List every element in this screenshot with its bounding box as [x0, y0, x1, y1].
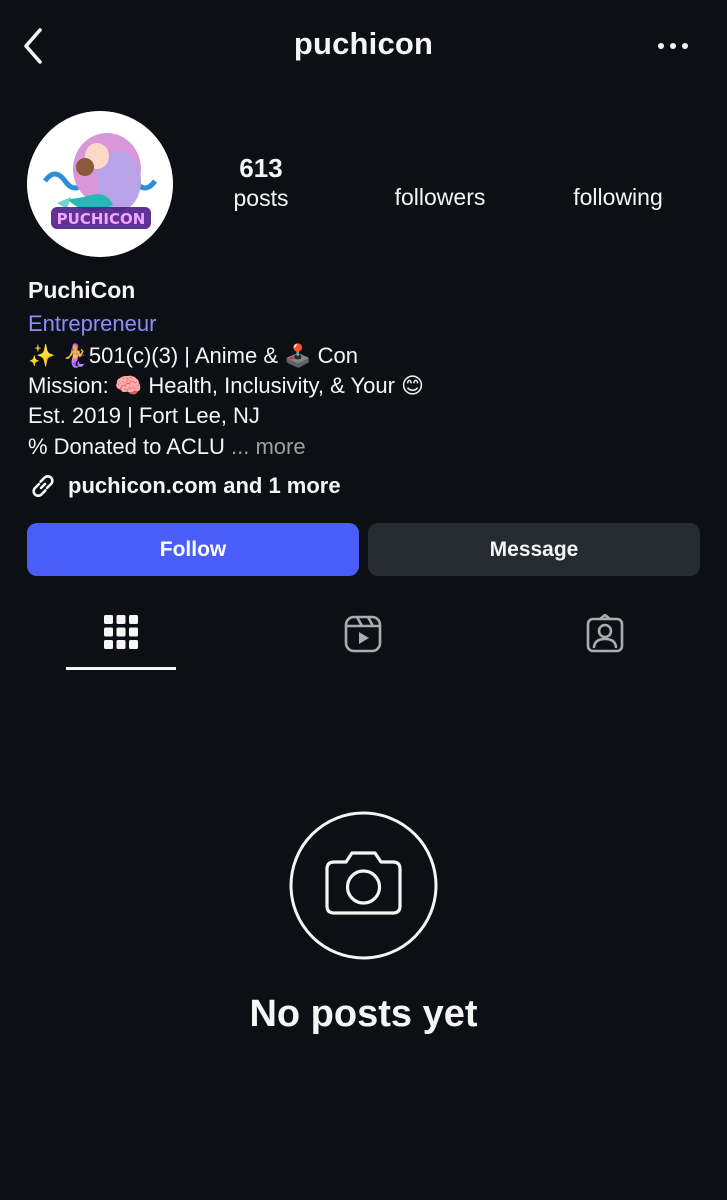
- followers-stat[interactable]: followers: [370, 182, 510, 212]
- profile-link-text[interactable]: puchicon.com and 1 more: [68, 473, 341, 499]
- reels-icon: [343, 614, 383, 659]
- bio-line-2-text: Mission:: [28, 373, 115, 398]
- bio-line-4: % Donated to ACLU ... more: [28, 432, 306, 462]
- bio-ellipsis: ...: [224, 434, 250, 459]
- sparkles-mermaid-emoji: ✨ 🧜‍♀️: [28, 343, 89, 368]
- joystick-emoji: 🕹️: [284, 343, 312, 368]
- message-button[interactable]: Message: [368, 523, 700, 576]
- camera-icon: [289, 811, 438, 960]
- profile-category: Entrepreneur: [28, 311, 157, 336]
- profile-display-name: PuchiCon: [28, 277, 136, 303]
- profile-links[interactable]: puchicon.com and 1 more: [28, 470, 341, 502]
- posts-stat: 613 posts: [211, 153, 311, 213]
- following-label[interactable]: following: [548, 182, 688, 212]
- profile-avatar[interactable]: PUCHICON: [27, 111, 173, 257]
- bio-line-1-text: 501(c)(3) | Anime &: [88, 343, 285, 368]
- posts-count: 613: [239, 153, 283, 183]
- tab-reels[interactable]: [308, 604, 418, 670]
- tagged-person-icon: [585, 613, 625, 659]
- posts-label: posts: [233, 185, 289, 211]
- link-icon: [28, 471, 58, 501]
- bio-more-link[interactable]: more: [249, 434, 305, 459]
- profile-username-title: puchicon: [293, 26, 434, 61]
- bio-line-2-rest: Health, Inclusivity, & Your: [142, 373, 402, 398]
- grid-icon: [103, 614, 139, 655]
- brain-emoji: 🧠: [114, 373, 143, 398]
- following-stat[interactable]: following: [548, 182, 688, 212]
- bio-line-2: Mission: 🧠 Health, Inclusivity, & Your 😊: [28, 371, 424, 401]
- tab-posts-grid[interactable]: [66, 604, 176, 670]
- bio-line-1-suffix: Con: [311, 343, 359, 368]
- more-options-icon[interactable]: [650, 30, 696, 62]
- bio-line-1: ✨ 🧜‍♀️501(c)(3) | Anime & 🕹️ Con: [28, 341, 358, 371]
- bio-line-4-text: % Donated to ACLU: [28, 434, 225, 459]
- smile-emoji: 😊: [401, 373, 424, 398]
- avatar-logo-text: PUCHICON: [57, 210, 146, 228]
- tab-tagged[interactable]: [550, 604, 660, 670]
- follow-button[interactable]: Follow: [27, 523, 359, 576]
- no-posts-message: No posts yet: [249, 993, 478, 1035]
- bio-line-3: Est. 2019 | Fort Lee, NJ: [28, 403, 260, 428]
- followers-label[interactable]: followers: [370, 182, 510, 212]
